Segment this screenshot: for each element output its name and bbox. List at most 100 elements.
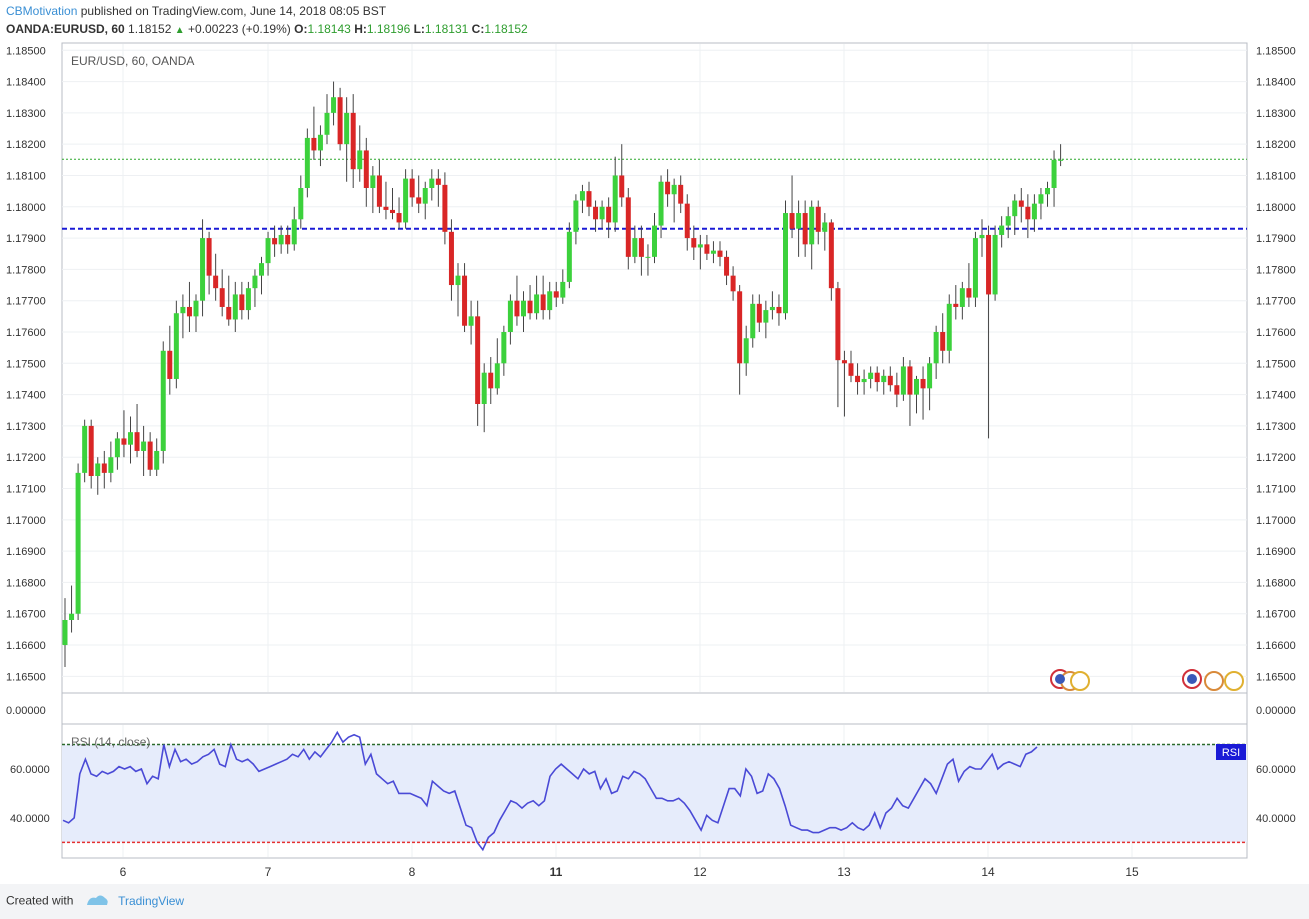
candle-body (907, 366, 913, 395)
candle-body (1045, 188, 1050, 195)
price-tick-right: 1.18300 (1256, 108, 1296, 120)
candle-body (370, 175, 376, 188)
candle-body (671, 184, 677, 195)
price-tick-left: 1.16700 (6, 609, 46, 621)
candle-body (468, 316, 474, 326)
candle-body (684, 203, 690, 239)
candle-body (304, 137, 310, 188)
candle-body (128, 432, 133, 445)
candle-body (363, 150, 369, 188)
candle-body (704, 244, 710, 254)
price-tick-right: 1.17700 (1256, 296, 1296, 308)
candle-body (311, 137, 317, 151)
candle-body (966, 288, 972, 298)
candle-body (665, 181, 671, 195)
candle-body (455, 275, 461, 286)
price-tick-right: 1.16700 (1256, 609, 1296, 621)
candle-body (645, 256, 651, 258)
price-tick-left: 1.17400 (6, 390, 46, 402)
candle-body (560, 281, 566, 298)
candle-body (1018, 200, 1024, 207)
candle-body (285, 234, 291, 245)
candle-body (259, 263, 264, 276)
candle-body (390, 209, 395, 214)
tradingview-link[interactable]: TradingView (118, 894, 184, 908)
x-tick-label: 7 (265, 865, 272, 879)
candle-body (632, 238, 638, 257)
candle-body (815, 206, 821, 232)
candle-body (108, 457, 114, 473)
candle-body (429, 178, 435, 188)
price-tick-right: 1.18500 (1256, 45, 1296, 57)
candle-body (1058, 159, 1064, 161)
candle-body (946, 303, 952, 351)
x-tick-label: 12 (693, 865, 707, 879)
candle-body (396, 213, 402, 223)
candle-body (350, 112, 356, 170)
empty-indicator-pane[interactable] (61, 692, 1248, 725)
empty-pane-tick-left: 0.00000 (6, 705, 46, 717)
x-tick-label: 15 (1125, 865, 1139, 879)
footer: Created with TradingView (6, 893, 184, 910)
rsi-badge-label: RSI (1222, 747, 1240, 759)
candle-body (114, 438, 120, 458)
candle-body (553, 291, 559, 298)
candle-body (658, 181, 664, 226)
candle-body (959, 288, 965, 307)
candle-body (278, 234, 284, 245)
price-tick-right: 1.16900 (1256, 546, 1296, 558)
candle-body (625, 197, 631, 257)
candle-body (147, 441, 153, 470)
candle-body (1012, 200, 1018, 217)
price-tick-left: 1.18500 (6, 45, 46, 57)
candle-body (134, 432, 140, 451)
rsi-tick-right: 60.0000 (1256, 764, 1296, 776)
candle-body (252, 275, 258, 289)
price-tick-right: 1.17000 (1256, 515, 1296, 527)
price-tick-left: 1.17800 (6, 264, 46, 276)
candle-body (494, 363, 500, 389)
candle-body (416, 197, 422, 204)
tradingview-logo-icon[interactable] (85, 893, 109, 910)
candle-body (265, 238, 271, 264)
candle-body (521, 300, 526, 317)
candle-body (232, 294, 238, 320)
created-with: Created with (6, 893, 74, 908)
candle-body (887, 375, 893, 386)
price-tick-right: 1.18100 (1256, 170, 1296, 182)
candle-body (462, 275, 468, 326)
candle-body (612, 175, 618, 223)
main-pane[interactable] (61, 42, 1248, 694)
candle-body (573, 200, 579, 232)
candle-body (809, 206, 815, 245)
candle-body (756, 303, 762, 323)
candle-body (435, 178, 441, 185)
candle-body (69, 613, 75, 620)
candle-body (317, 134, 323, 151)
candle-body (986, 234, 992, 295)
candle-body (226, 306, 232, 320)
candle-body (1031, 203, 1037, 220)
candle-body (999, 225, 1005, 235)
candle-body (900, 366, 906, 395)
price-tick-left: 1.17900 (6, 233, 46, 245)
candle-body (1038, 194, 1044, 204)
price-tick-left: 1.17600 (6, 327, 46, 339)
candle-body (219, 288, 225, 307)
candle-body (245, 288, 251, 311)
price-tick-right: 1.18000 (1256, 202, 1296, 214)
candle-body (848, 363, 854, 376)
price-tick-right: 1.17900 (1256, 233, 1296, 245)
candle-body (507, 300, 513, 332)
price-chart[interactable]: 1.18500 1.18500 1.18400 1.18400 1.18300 1.183… (0, 0, 1309, 884)
candle-body (979, 234, 985, 239)
x-tick-label: 14 (981, 865, 995, 879)
candle-body (95, 463, 101, 476)
price-tick-left: 1.18000 (6, 202, 46, 214)
candle-body (75, 472, 81, 614)
price-tick-left: 1.16800 (6, 577, 46, 589)
candle-body (894, 385, 900, 395)
price-tick-right: 1.16500 (1256, 671, 1296, 683)
candle-body (121, 438, 127, 445)
candle-body (540, 294, 546, 311)
